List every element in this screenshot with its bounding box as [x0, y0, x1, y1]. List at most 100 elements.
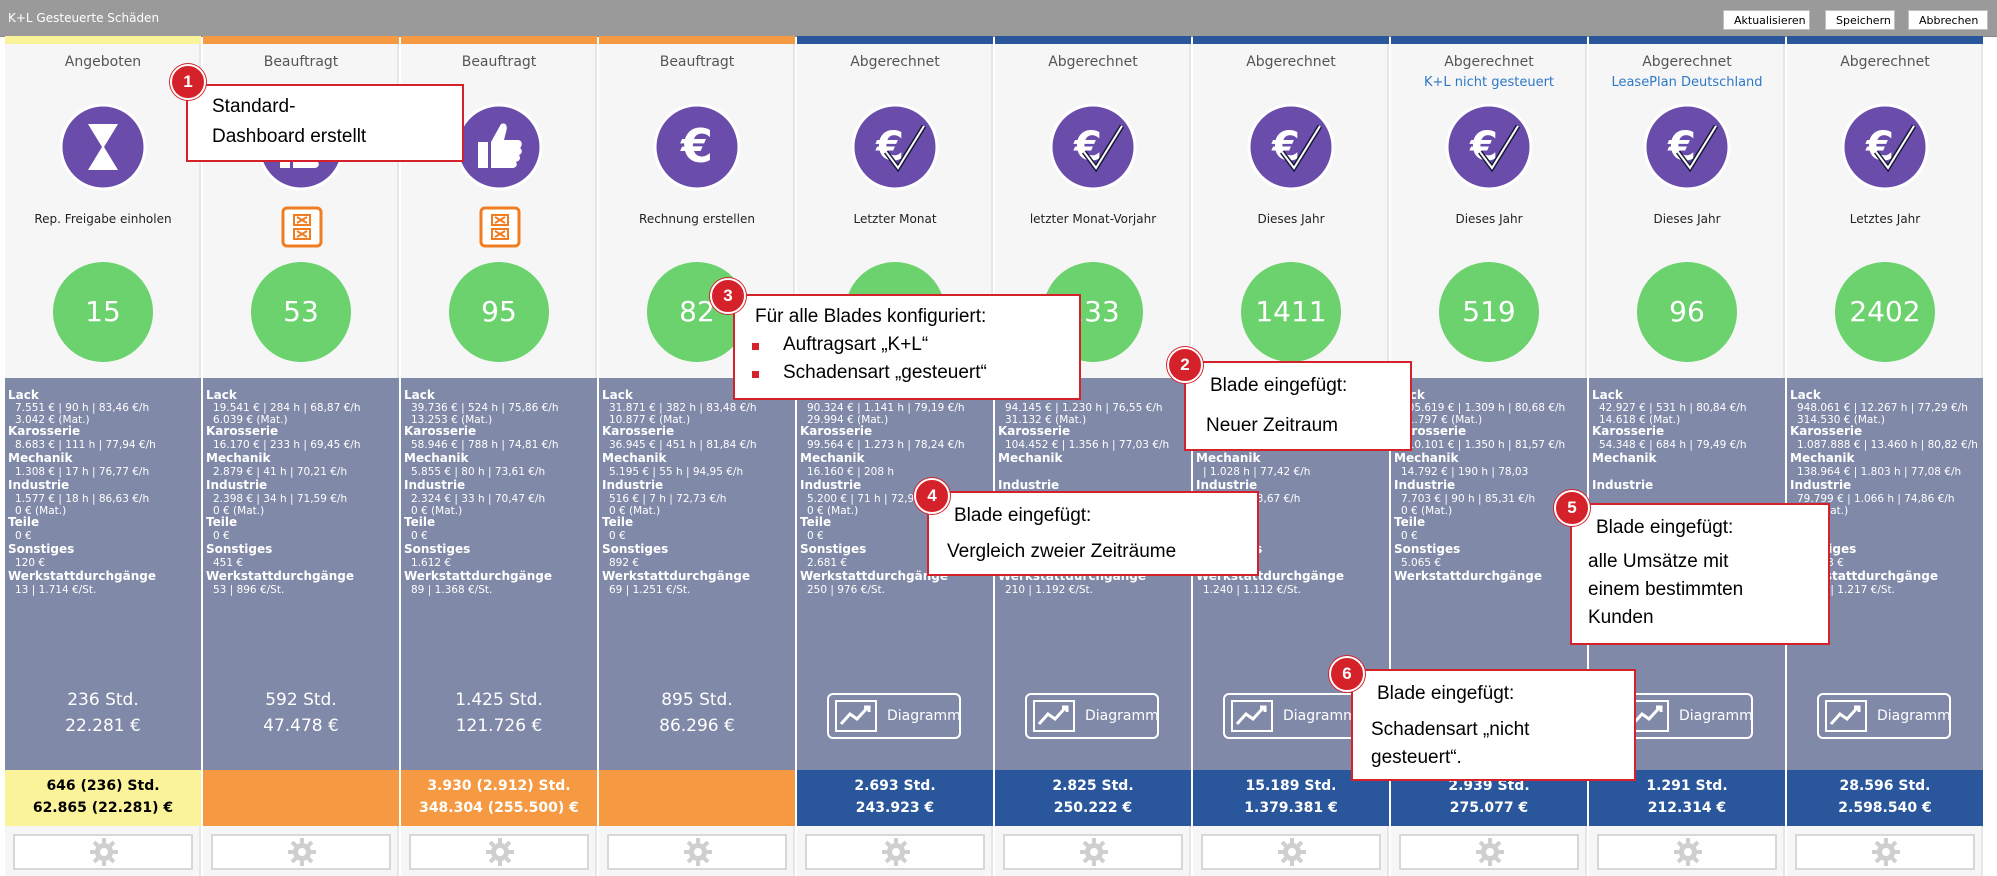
settings-button[interactable]	[1399, 834, 1579, 870]
settings-button[interactable]	[13, 834, 193, 870]
callout-6-badge: 6	[1329, 656, 1365, 692]
total-euro: 275.077 €	[1449, 800, 1529, 816]
diagram-button-label: Diagramm	[1679, 708, 1753, 724]
blade-color-bar	[5, 36, 201, 44]
stats-label-karosserie: Karosserie	[1790, 424, 1863, 438]
total-euro: 2.598.540 €	[1838, 800, 1932, 816]
stats-panel: Lack 31.871 € | 382 h | 83,48 €/h 10.877 €…	[599, 378, 795, 770]
blade-3: Beauftragt 95 Lack 39.736 € | 524 h | 75,86…	[401, 36, 597, 876]
settings-button[interactable]	[1201, 834, 1381, 870]
stats-value-lack1: 7.551 € | 90 h | 83,46 €/h	[15, 402, 150, 414]
stats-label-industrie: Industrie	[206, 478, 268, 492]
stats-label-industrie: Industrie	[8, 478, 70, 492]
callout-2-line1: Blade eingefügt:	[1210, 375, 1348, 396]
stats-label-mechanik: Mechanik	[404, 451, 469, 465]
chart-icon	[1033, 700, 1075, 732]
stats-label-mechanik: Mechanik	[800, 451, 865, 465]
diagram-button[interactable]: Diagramm	[1223, 693, 1357, 739]
totals-bar	[203, 770, 399, 826]
total-euro: 212.314 €	[1647, 800, 1727, 816]
callout-4-badge: 4	[914, 478, 950, 514]
totals-bar: 646 (236) Std. 62.865 (22.281) €	[5, 770, 201, 826]
stats-label-karosserie: Karosserie	[800, 424, 873, 438]
stats-value-werkstatt: 1.240 | 1.112 €/St.	[1203, 584, 1302, 596]
gear-icon	[485, 837, 515, 867]
stats-value-mechanik: 5.855 € | 80 h | 73,61 €/h	[411, 466, 546, 478]
blade-status: Beauftragt	[461, 54, 537, 70]
stats-label-karosserie: Karosserie	[206, 424, 279, 438]
hourglass-icon	[58, 102, 148, 192]
settings-button[interactable]	[1795, 834, 1975, 870]
callout-6-line3: gesteuert“.	[1371, 747, 1462, 768]
chart-icon	[835, 700, 877, 732]
total-euro: 1.379.381 €	[1244, 800, 1338, 816]
stats-label-sonstiges: Sonstiges	[206, 542, 273, 556]
stats-label-werkstatt: Werkstattdurchgänge	[602, 569, 750, 583]
stats-value-werkstatt: 89 | 1.368 €/St.	[411, 584, 493, 596]
settings-button[interactable]	[607, 834, 787, 870]
stats-value-sonstiges: 5.065 €	[1401, 557, 1442, 569]
diagram-button[interactable]: Diagramm	[1619, 693, 1753, 739]
stats-value-karosserie: 110.101 € | 1.350 h | 81,57 €/h	[1401, 439, 1566, 451]
blade-action-label: letzter Monat-Vorjahr	[1029, 212, 1157, 226]
hours-summary: 895 Std.	[661, 690, 733, 710]
stats-label-werkstatt: Werkstattdurchgänge	[1394, 569, 1542, 583]
stats-label-lack: Lack	[1592, 388, 1623, 402]
stats-value-werkstatt: 13 | 1.714 €/St.	[15, 584, 97, 596]
euro-summary: 22.281 €	[65, 716, 141, 736]
blade-action-label: Rechnung erstellen	[639, 212, 755, 226]
save-button[interactable]: Speichern	[1825, 10, 1895, 30]
refresh-button[interactable]: Aktualisieren	[1723, 10, 1810, 30]
diagram-button[interactable]: Diagramm	[1025, 693, 1159, 739]
blade-subtitle: K+L nicht gesteuert	[1423, 75, 1555, 90]
total-euro: 250.222 €	[1053, 800, 1133, 816]
stats-value-mechanik: 138.964 € | 1.803 h | 77,08 €/h	[1797, 466, 1962, 478]
blade-action-label: Rep. Freigabe einholen	[34, 212, 172, 226]
callout-5-badge: 5	[1554, 490, 1590, 526]
euro-check-icon: €	[1444, 102, 1534, 192]
callout-3: Für alle Blades konfiguriert: Auftragsar…	[733, 294, 1081, 400]
stats-value-industrie1: 5.200 € | 71 h | 72,9	[807, 493, 915, 505]
stats-panel: Lack 19.541 € | 284 h | 68,87 €/h 6.039 € …	[203, 378, 399, 770]
diagram-button-label: Diagramm	[1877, 708, 1951, 724]
stats-label-karosserie: Karosserie	[602, 424, 675, 438]
settings-button[interactable]	[1003, 834, 1183, 870]
diagram-button[interactable]: Diagramm	[827, 693, 961, 739]
blade-status: Abgerechnet	[1444, 54, 1534, 70]
stats-label-industrie: Industrie	[602, 478, 664, 492]
settings-button[interactable]	[1597, 834, 1777, 870]
callout-4-line1: Blade eingefügt:	[954, 505, 1092, 526]
stats-label-teile: Teile	[206, 515, 238, 529]
settings-button[interactable]	[805, 834, 985, 870]
stats-label-mechanik: Mechanik	[1196, 451, 1261, 465]
cancel-button[interactable]: Abbrechen	[1908, 10, 1988, 30]
stats-value-sonstiges: 2.681 €	[807, 557, 848, 569]
blade-container: Angeboten Rep. Freigabe einholen 15 Lack 7.5…	[5, 36, 1997, 876]
stats-label-werkstatt: Werkstattdurchgänge	[404, 569, 552, 583]
settings-button[interactable]	[409, 834, 589, 870]
blade-6: Abgerechnet€letzter Monat-Vorjahr233Lack…	[995, 36, 1191, 876]
checklist-icon	[479, 206, 521, 248]
euro-summary: 121.726 €	[455, 716, 543, 736]
count-circle: 2402	[1835, 262, 1935, 362]
gear-icon	[1277, 837, 1307, 867]
stats-value-industrie1: 7.703 € | 90 h | 85,31 €/h	[1401, 493, 1536, 505]
total-hours: 28.596 Std.	[1839, 778, 1931, 794]
euro-summary: 47.478 €	[263, 716, 339, 736]
stats-value-sonstiges: 120 €	[15, 557, 46, 569]
stats-value-lack1: 39.736 € | 524 h | 75,86 €/h	[411, 402, 559, 414]
callout-6-line1: Blade eingefügt:	[1377, 683, 1515, 704]
settings-button[interactable]	[211, 834, 391, 870]
blade-color-bar	[203, 36, 399, 44]
euro-check-icon: €	[1840, 102, 1930, 192]
blade-color-bar	[599, 36, 795, 44]
callout-5-line1: Blade eingefügt:	[1596, 517, 1734, 538]
diagram-button-label: Diagramm	[1283, 708, 1357, 724]
window-titlebar: K+L Gesteuerte Schäden Aktualisieren Spe…	[0, 0, 1997, 37]
blade-10: Abgerechnet € Letztes Jahr 2402 Lack 948.061 …	[1787, 36, 1983, 876]
diagram-button[interactable]: Diagramm	[1817, 693, 1951, 739]
callout-5: Blade eingefügt: alle Umsätze mit einem …	[1570, 503, 1830, 645]
blade-action-label: Dieses Jahr	[1455, 212, 1523, 226]
stats-value-industrie1: 2.324 € | 33 h | 70,47 €/h	[411, 493, 546, 505]
stats-value-mechanik: 14.792 € | 190 h | 78,03	[1401, 466, 1529, 478]
